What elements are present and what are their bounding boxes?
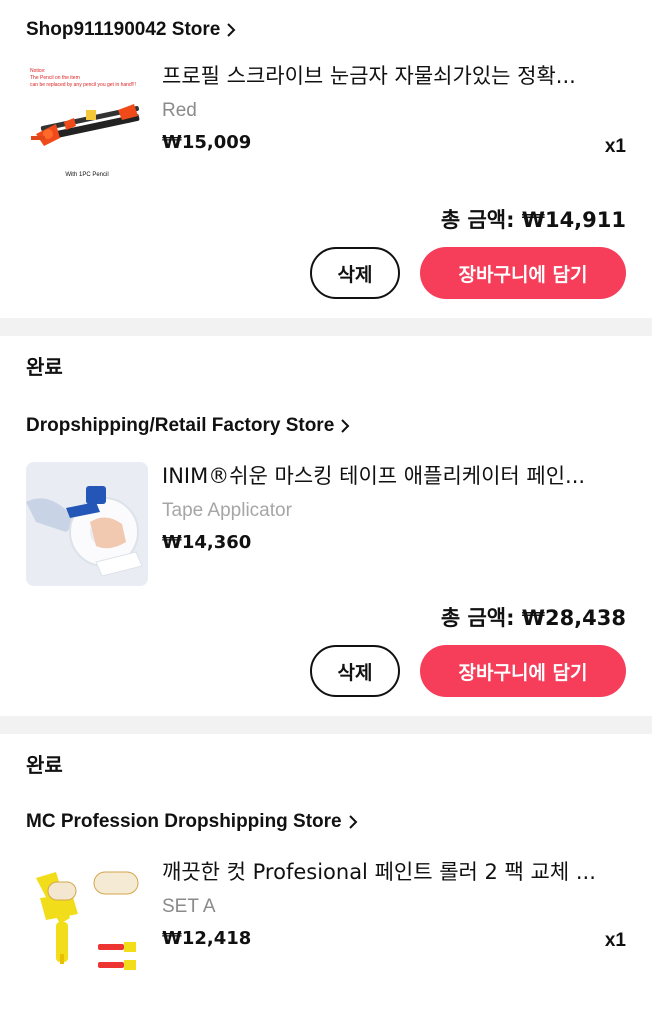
order-total: 총 금액: ₩14,911 [440, 208, 626, 232]
section-divider [0, 318, 652, 336]
chevron-right-icon [226, 22, 236, 38]
store-name: MC Profession Dropshipping Store [26, 811, 342, 832]
store-link[interactable]: Shop911190042 Store [0, 0, 652, 60]
store-name: Dropshipping/Retail Factory Store [26, 415, 335, 436]
section-divider [0, 716, 652, 734]
order-card-2: 완료 Dropshipping/Retail Factory Store INI… [0, 336, 652, 716]
order-card-3: 완료 MC Profession Dropshipping Store 깨끗한 … [0, 734, 652, 982]
store-link[interactable]: Dropshipping/Retail Factory Store [0, 394, 652, 458]
item-info: 프로필 스크라이브 눈금자 자물쇠가있는 정확... Red ₩15,009 x… [162, 64, 626, 188]
thumb-caption: With 1PC Pencil [65, 172, 109, 178]
order-total: 총 금액: ₩28,438 [440, 606, 626, 630]
scribe-tool-illustration [31, 104, 140, 146]
chevron-right-icon [348, 814, 358, 830]
store-name: Shop911190042 Store [26, 19, 221, 40]
store-link[interactable]: MC Profession Dropshipping Store [0, 792, 652, 852]
order-status: 완료 [26, 354, 63, 379]
order-item[interactable]: 깨끗한 컷 Profesional 페인트 롤러 2 팩 교체 ... SET … [0, 852, 652, 982]
product-image[interactable] [26, 858, 148, 982]
product-title[interactable]: INIM®쉬운 마스킹 테이프 애플리케이터 페인... [162, 462, 620, 490]
product-price: ₩14,360 [162, 532, 252, 553]
order-card-1: Shop911190042 Store Notice: The Pencil o… [0, 0, 652, 318]
product-title[interactable]: 프로필 스크라이브 눈금자 자물쇠가있는 정확... [162, 62, 620, 90]
product-quantity: x1 [604, 930, 626, 951]
order-item[interactable]: Notice: The Pencil on the item can be re… [0, 60, 652, 188]
product-title[interactable]: 깨끗한 컷 Profesional 페인트 롤러 2 팩 교체 ... [162, 858, 620, 886]
chevron-right-icon [340, 418, 350, 434]
product-variant: Tape Applicator [162, 500, 292, 521]
product-variant: Red [162, 100, 197, 121]
product-variant: SET A [162, 896, 216, 917]
item-info: 깨끗한 컷 Profesional 페인트 롤러 2 팩 교체 ... SET … [162, 858, 626, 982]
order-status: 완료 [26, 752, 63, 777]
order-actions: 삭제 장바구니에 담기 [0, 247, 652, 318]
product-image[interactable] [26, 462, 148, 586]
paint-roller-illustration [26, 858, 148, 982]
item-info: INIM®쉬운 마스킹 테이프 애플리케이터 페인... Tape Applic… [162, 462, 626, 586]
delete-button[interactable]: 삭제 [310, 645, 400, 697]
order-item[interactable]: INIM®쉬운 마스킹 테이프 애플리케이터 페인... Tape Applic… [0, 458, 652, 586]
product-image[interactable]: Notice: The Pencil on the item can be re… [26, 64, 148, 188]
order-actions: 삭제 장바구니에 담기 [0, 645, 652, 716]
product-price: ₩12,418 [162, 928, 252, 949]
add-to-cart-button[interactable]: 장바구니에 담기 [420, 247, 626, 299]
product-price: ₩15,009 [162, 132, 252, 153]
delete-button[interactable]: 삭제 [310, 247, 400, 299]
tape-applicator-illustration [26, 462, 148, 586]
product-quantity: x1 [604, 136, 626, 157]
add-to-cart-button[interactable]: 장바구니에 담기 [420, 645, 626, 697]
